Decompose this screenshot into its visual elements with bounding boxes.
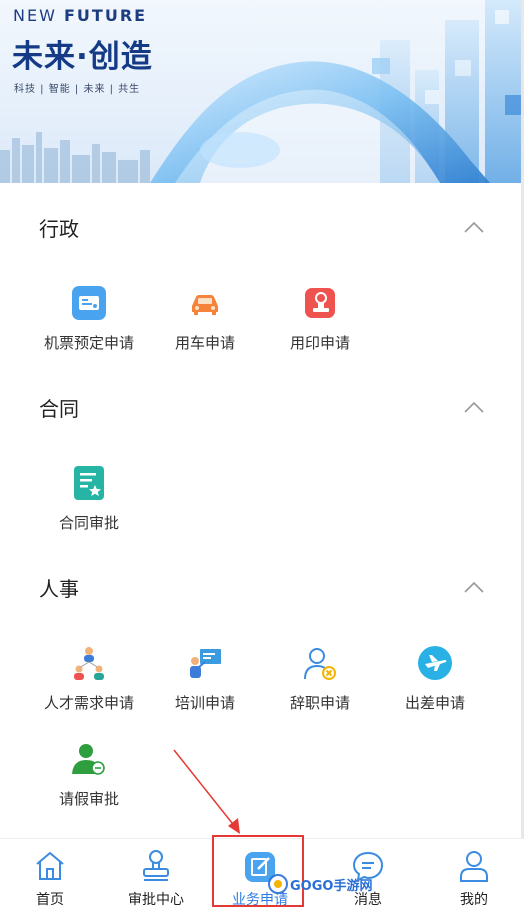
grid-item-training[interactable]: 培训申请 xyxy=(147,646,263,726)
annotation-arrow xyxy=(173,749,240,834)
banner-tagline: 科技 | 智能 | 未来 | 共生 xyxy=(14,84,141,95)
grid-item-label: 人才需求申请 xyxy=(43,694,134,712)
nav-item-approval-center[interactable]: 审批中心 xyxy=(106,839,206,910)
chevron-up-icon[interactable] xyxy=(464,581,484,593)
grid-item-label: 机票预定申请 xyxy=(43,334,134,352)
grid-item-label: 用印申请 xyxy=(289,334,350,352)
home-icon xyxy=(36,852,64,880)
grid-item-seal[interactable]: 用印申请 xyxy=(262,286,378,366)
chevron-up-icon[interactable] xyxy=(464,221,484,233)
section-header-contract[interactable]: 合同 xyxy=(0,387,524,427)
grid-item-label: 出差申请 xyxy=(404,694,465,712)
grid-item-resign[interactable]: 辞职申请 xyxy=(262,646,378,726)
section-header-hr[interactable]: 人事 xyxy=(0,567,524,607)
air-ticket-icon xyxy=(72,286,106,320)
training-icon xyxy=(190,649,221,678)
grid-item-label: 培训申请 xyxy=(174,694,235,712)
grid-item-label: 合同审批 xyxy=(58,514,119,532)
grid-item-label: 辞职申请 xyxy=(289,694,350,712)
contract-icon xyxy=(74,466,104,500)
banner-title: 未来·创造 xyxy=(12,39,153,75)
resign-icon xyxy=(304,648,336,680)
grid-item-label: 请假审批 xyxy=(58,790,119,808)
nav-label: 首页 xyxy=(36,892,64,908)
talent-icon xyxy=(74,647,104,680)
section-title: 合同 xyxy=(39,397,79,421)
seal-icon xyxy=(305,288,335,318)
user-icon xyxy=(460,851,488,882)
plane-icon xyxy=(418,646,452,680)
section-title: 人事 xyxy=(39,577,79,601)
grid-item-business-trip[interactable]: 出差申请 xyxy=(377,646,493,726)
banner-english-title: NEW FUTURE xyxy=(13,6,148,25)
annotation-highlight-box xyxy=(212,835,304,907)
nav-item-home[interactable]: 首页 xyxy=(0,839,100,910)
nav-label: 我的 xyxy=(460,892,488,908)
grid-item-contract[interactable]: 合同审批 xyxy=(31,466,147,546)
grid-item-car[interactable]: 用车申请 xyxy=(147,286,263,366)
header-banner: NEW FUTURE 未来·创造 科技 | 智能 | 未来 | 共生 xyxy=(0,0,524,183)
grid-item-label: 用车申请 xyxy=(174,334,235,352)
section-title: 行政 xyxy=(39,217,79,241)
watermark-text: GOGO手游网 xyxy=(290,879,373,894)
grid-item-talent[interactable]: 人才需求申请 xyxy=(31,646,147,726)
chevron-up-icon[interactable] xyxy=(464,401,484,413)
leave-icon xyxy=(72,744,105,775)
section-header-admin[interactable]: 行政 xyxy=(0,207,524,247)
stamp-icon xyxy=(143,850,169,881)
car-icon xyxy=(192,295,218,315)
nav-label: 审批中心 xyxy=(128,892,184,908)
nav-item-mine[interactable]: 我的 xyxy=(424,839,524,910)
grid-item-air-ticket[interactable]: 机票预定申请 xyxy=(31,286,147,366)
grid-item-leave[interactable]: 请假审批 xyxy=(31,742,147,822)
